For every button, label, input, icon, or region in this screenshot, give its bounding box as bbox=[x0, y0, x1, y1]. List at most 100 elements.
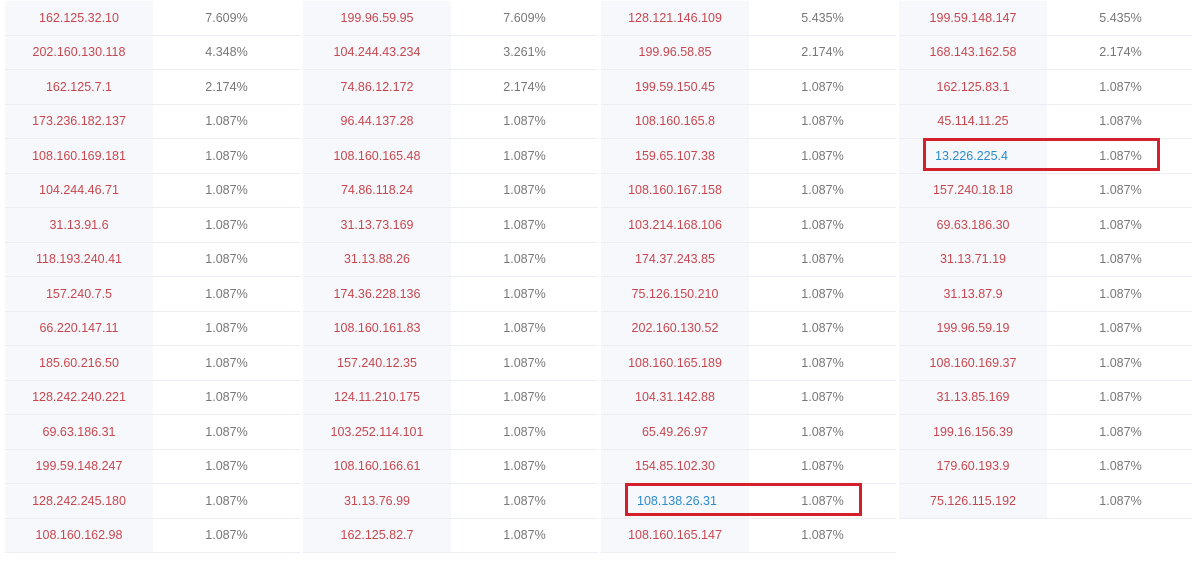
ip-address-link[interactable]: 128.242.245.180 bbox=[5, 484, 153, 518]
ip-address-link[interactable]: 159.65.107.38 bbox=[601, 139, 749, 173]
ip-address-link[interactable]: 108.160.169.37 bbox=[899, 346, 1047, 380]
percentage-value: 7.609% bbox=[503, 10, 546, 25]
table-row: 199.96.59.95 7.609% bbox=[303, 1, 598, 36]
table-row: 108.138.26.31 1.087% bbox=[601, 484, 896, 519]
ip-address-link[interactable]: 108.160.167.158 bbox=[601, 173, 749, 207]
ip-address-link[interactable]: 103.252.114.101 bbox=[303, 415, 451, 449]
ip-address-link[interactable]: 31.13.88.26 bbox=[303, 242, 451, 276]
table-row: 128.242.245.180 1.087% bbox=[5, 484, 300, 519]
percentage-value: 1.087% bbox=[1099, 183, 1142, 198]
table-row: 31.13.87.9 1.087% bbox=[899, 277, 1192, 312]
ip-address-link[interactable]: 202.160.130.52 bbox=[601, 311, 749, 345]
ip-address-link[interactable]: 199.59.150.45 bbox=[601, 70, 749, 104]
ip-address-link[interactable]: 108.138.26.31 bbox=[601, 484, 749, 518]
ip-address-link[interactable]: 108.160.165.189 bbox=[601, 346, 749, 380]
ip-address-link[interactable]: 13.226.225.4 bbox=[899, 139, 1047, 173]
percentage-value: 2.174% bbox=[1099, 45, 1142, 60]
ip-address-link[interactable]: 103.214.168.106 bbox=[601, 208, 749, 242]
ip-address-link[interactable]: 157.240.18.18 bbox=[899, 173, 1047, 207]
ip-address-link[interactable]: 31.13.76.99 bbox=[303, 484, 451, 518]
percentage-value: 1.087% bbox=[801, 459, 844, 474]
percentage-value: 1.087% bbox=[801, 286, 844, 301]
ip-address-link[interactable]: 31.13.71.19 bbox=[899, 242, 1047, 276]
ip-address-link[interactable]: 31.13.85.169 bbox=[899, 380, 1047, 414]
table-row: 66.220.147.11 1.087% bbox=[5, 311, 300, 346]
ip-address-link[interactable]: 104.244.43.234 bbox=[303, 35, 451, 69]
ip-address-link[interactable]: 31.13.91.6 bbox=[5, 208, 153, 242]
table-row: 108.160.161.83 1.087% bbox=[303, 311, 598, 346]
percentage-value: 1.087% bbox=[1099, 459, 1142, 474]
table-row: 162.125.82.7 1.087% bbox=[303, 518, 598, 553]
ip-address-link[interactable]: 96.44.137.28 bbox=[303, 104, 451, 138]
percentage-value: 1.087% bbox=[205, 321, 248, 336]
ip-address-link[interactable]: 173.236.182.137 bbox=[5, 104, 153, 138]
ip-address-link[interactable]: 162.125.7.1 bbox=[5, 70, 153, 104]
ip-address-link[interactable]: 128.242.240.221 bbox=[5, 380, 153, 414]
ip-address-link[interactable]: 75.126.150.210 bbox=[601, 277, 749, 311]
percentage-value: 1.087% bbox=[1099, 114, 1142, 129]
table-row: 31.13.71.19 1.087% bbox=[899, 242, 1192, 277]
table-row: 74.86.12.172 2.174% bbox=[303, 70, 598, 105]
ip-address-link[interactable]: 69.63.186.30 bbox=[899, 208, 1047, 242]
ip-address-link[interactable]: 157.240.12.35 bbox=[303, 346, 451, 380]
ip-address-link[interactable]: 108.160.165.48 bbox=[303, 139, 451, 173]
table-row: 13.226.225.4 1.087% bbox=[899, 139, 1192, 174]
ip-address-link[interactable]: 199.59.148.247 bbox=[5, 449, 153, 483]
table-row: 199.59.148.147 5.435% bbox=[899, 1, 1192, 36]
ip-address-link[interactable]: 185.60.216.50 bbox=[5, 346, 153, 380]
ip-column-4: 199.59.148.147 5.435% 168.143.162.58 2.174%… bbox=[899, 1, 1192, 519]
percentage-value: 1.087% bbox=[801, 217, 844, 232]
ip-address-link[interactable]: 124.11.210.175 bbox=[303, 380, 451, 414]
ip-address-link[interactable]: 118.193.240.41 bbox=[5, 242, 153, 276]
percentage-value: 1.087% bbox=[1099, 493, 1142, 508]
ip-address-link[interactable]: 199.96.58.85 bbox=[601, 35, 749, 69]
ip-address-link[interactable]: 108.160.169.181 bbox=[5, 139, 153, 173]
ip-address-link[interactable]: 108.160.161.83 bbox=[303, 311, 451, 345]
ip-address-link[interactable]: 108.160.166.61 bbox=[303, 449, 451, 483]
ip-address-link[interactable]: 168.143.162.58 bbox=[899, 35, 1047, 69]
table-row: 128.121.146.109 5.435% bbox=[601, 1, 896, 36]
percentage-value: 1.087% bbox=[801, 252, 844, 267]
ip-address-link[interactable]: 199.96.59.19 bbox=[899, 311, 1047, 345]
ip-address-link[interactable]: 154.85.102.30 bbox=[601, 449, 749, 483]
table-row: 154.85.102.30 1.087% bbox=[601, 449, 896, 484]
ip-address-link[interactable]: 74.86.118.24 bbox=[303, 173, 451, 207]
ip-address-link[interactable]: 75.126.115.192 bbox=[899, 484, 1047, 518]
percentage-value: 1.087% bbox=[503, 459, 546, 474]
ip-address-link[interactable]: 108.160.162.98 bbox=[5, 518, 153, 552]
ip-address-link[interactable]: 31.13.87.9 bbox=[899, 277, 1047, 311]
ip-address-link[interactable]: 162.125.82.7 bbox=[303, 518, 451, 552]
percentage-value: 1.087% bbox=[801, 321, 844, 336]
ip-address-link[interactable]: 179.60.193.9 bbox=[899, 449, 1047, 483]
table-row: 199.96.59.19 1.087% bbox=[899, 311, 1192, 346]
ip-address-link[interactable]: 31.13.73.169 bbox=[303, 208, 451, 242]
table-row: 65.49.26.97 1.087% bbox=[601, 415, 896, 450]
percentage-value: 1.087% bbox=[205, 390, 248, 405]
ip-address-link[interactable]: 108.160.165.147 bbox=[601, 518, 749, 552]
ip-address-link[interactable]: 202.160.130.118 bbox=[5, 35, 153, 69]
ip-address-link[interactable]: 74.86.12.172 bbox=[303, 70, 451, 104]
ip-address-link[interactable]: 66.220.147.11 bbox=[5, 311, 153, 345]
ip-address-link[interactable]: 174.37.243.85 bbox=[601, 242, 749, 276]
ip-address-link[interactable]: 69.63.186.31 bbox=[5, 415, 153, 449]
ip-percentage-grid: 162.125.32.10 7.609% 202.160.130.118 4.348%… bbox=[5, 1, 1192, 554]
percentage-value: 1.087% bbox=[801, 183, 844, 198]
ip-address-link[interactable]: 162.125.32.10 bbox=[5, 1, 153, 35]
ip-address-link[interactable]: 65.49.26.97 bbox=[601, 415, 749, 449]
ip-address-link[interactable]: 199.96.59.95 bbox=[303, 1, 451, 35]
table-row: 31.13.76.99 1.087% bbox=[303, 484, 598, 519]
percentage-value: 1.087% bbox=[1099, 286, 1142, 301]
ip-address-link[interactable]: 104.244.46.71 bbox=[5, 173, 153, 207]
ip-address-link[interactable]: 45.114.11.25 bbox=[899, 104, 1047, 138]
percentage-value: 1.087% bbox=[503, 390, 546, 405]
percentage-value: 1.087% bbox=[205, 424, 248, 439]
ip-address-link[interactable]: 157.240.7.5 bbox=[5, 277, 153, 311]
ip-address-link[interactable]: 108.160.165.8 bbox=[601, 104, 749, 138]
ip-address-link[interactable]: 128.121.146.109 bbox=[601, 1, 749, 35]
ip-address-link[interactable]: 199.59.148.147 bbox=[899, 1, 1047, 35]
table-row: 118.193.240.41 1.087% bbox=[5, 242, 300, 277]
ip-address-link[interactable]: 199.16.156.39 bbox=[899, 415, 1047, 449]
ip-address-link[interactable]: 104.31.142.88 bbox=[601, 380, 749, 414]
ip-address-link[interactable]: 162.125.83.1 bbox=[899, 70, 1047, 104]
ip-address-link[interactable]: 174.36.228.136 bbox=[303, 277, 451, 311]
